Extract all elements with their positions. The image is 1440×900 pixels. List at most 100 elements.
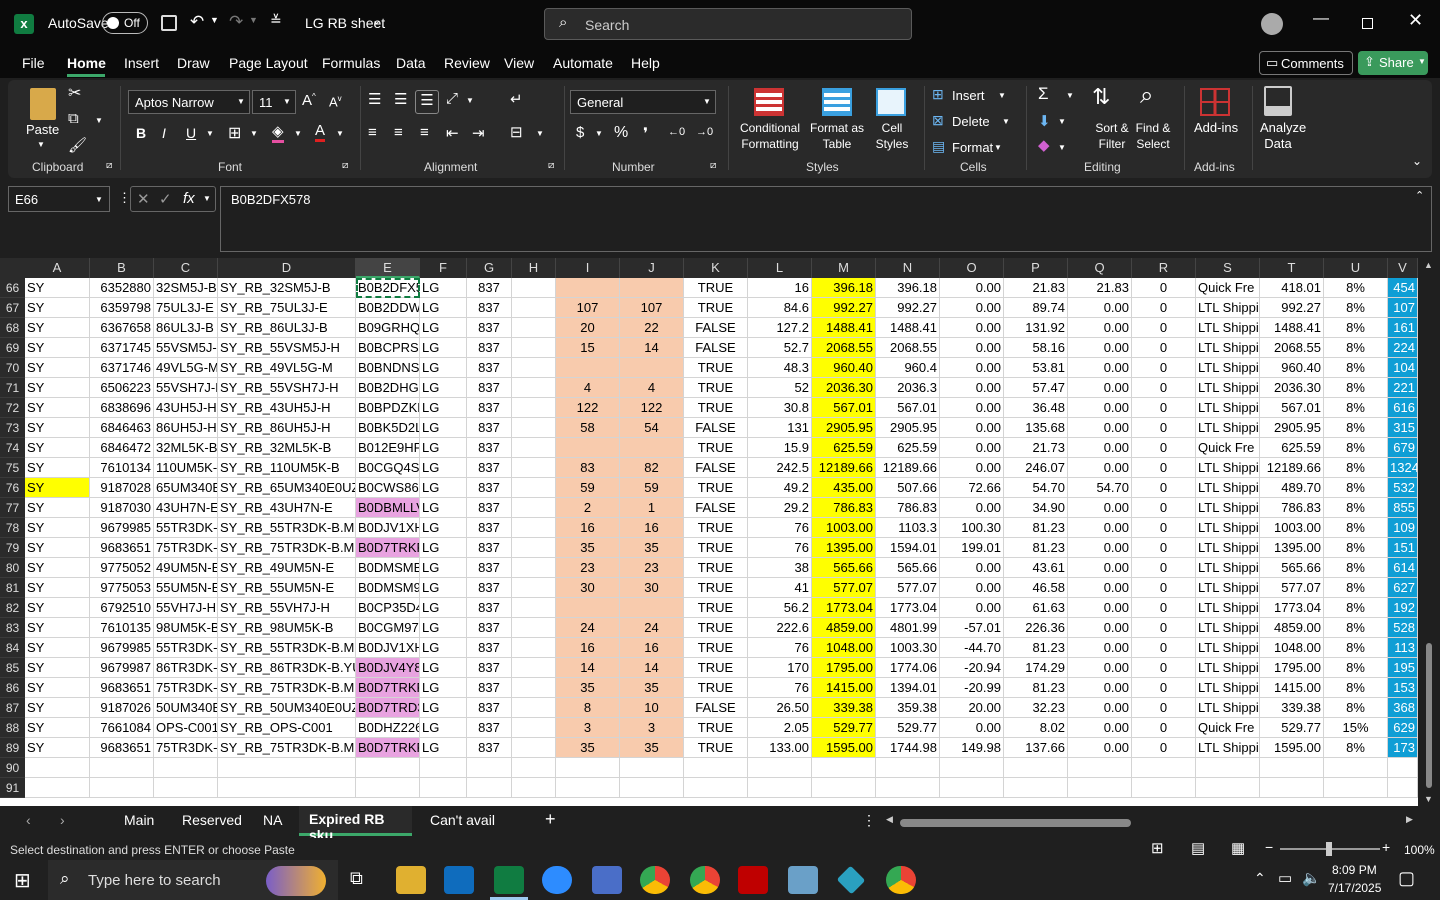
cell-o86[interactable]: -20.99 <box>940 678 1004 698</box>
cell-u77[interactable]: 8% <box>1324 498 1388 518</box>
cell-o71[interactable]: 0.00 <box>940 378 1004 398</box>
cell-p85[interactable]: 174.29 <box>1004 658 1068 678</box>
cell-p81[interactable]: 46.58 <box>1004 578 1068 598</box>
cell-l84[interactable]: 76 <box>748 638 812 658</box>
cell-o69[interactable]: 0.00 <box>940 338 1004 358</box>
cell-l85[interactable]: 170 <box>748 658 812 678</box>
cell-j69[interactable]: 14 <box>620 338 684 358</box>
cell-s74[interactable]: Quick Fre <box>1196 438 1260 458</box>
cell-t73[interactable]: 2905.95 <box>1260 418 1324 438</box>
cell-i74[interactable] <box>556 438 620 458</box>
cell-g72[interactable]: 837 <box>467 398 512 418</box>
cell-t83[interactable]: 4859.00 <box>1260 618 1324 638</box>
filezilla-icon[interactable] <box>738 866 768 894</box>
cell-v88[interactable]: 629 <box>1388 718 1418 738</box>
cell-a71[interactable]: SY <box>25 378 90 398</box>
conditional-formatting-icon[interactable] <box>754 88 784 116</box>
cell-v87[interactable]: 368 <box>1388 698 1418 718</box>
cell-s88[interactable]: Quick Fre <box>1196 718 1260 738</box>
cell-u74[interactable]: 8% <box>1324 438 1388 458</box>
cell-v74[interactable]: 679 <box>1388 438 1418 458</box>
cell-g73[interactable]: 837 <box>467 418 512 438</box>
copy-icon[interactable]: ⧉ <box>68 110 79 127</box>
menu-file[interactable]: File <box>22 55 45 71</box>
cell-o79[interactable]: 199.01 <box>940 538 1004 558</box>
cell-n80[interactable]: 565.66 <box>876 558 940 578</box>
cell-k70[interactable]: TRUE <box>684 358 748 378</box>
row-header[interactable]: 69 <box>0 338 25 358</box>
cell-i83[interactable]: 24 <box>556 618 620 638</box>
cell-f89[interactable]: LG <box>420 738 467 758</box>
increase-font-icon[interactable]: A^ <box>302 92 316 109</box>
cell-p74[interactable]: 21.73 <box>1004 438 1068 458</box>
menu-review[interactable]: Review <box>444 55 490 71</box>
cell-u76[interactable]: 8% <box>1324 478 1388 498</box>
cell-e75[interactable]: B0CGQ4ST <box>356 458 420 478</box>
cell-q73[interactable]: 0.00 <box>1068 418 1132 438</box>
row-header[interactable]: 82 <box>0 598 25 618</box>
cell-c78[interactable]: 55TR3DK-I <box>154 518 218 538</box>
merge-center-icon[interactable]: ⊟ <box>510 123 523 141</box>
cell-l71[interactable]: 52 <box>748 378 812 398</box>
menu-home[interactable]: Home <box>67 55 106 71</box>
cell-e73[interactable]: B0BK5D2L <box>356 418 420 438</box>
column-header-i[interactable]: I <box>556 258 620 278</box>
cell-j66[interactable] <box>620 278 684 298</box>
cell-c85[interactable]: 86TR3DK-I <box>154 658 218 678</box>
cell-r78[interactable]: 0 <box>1132 518 1196 538</box>
cell-f91[interactable] <box>420 778 467 798</box>
cell-n84[interactable]: 1003.30 <box>876 638 940 658</box>
cell-j86[interactable]: 35 <box>620 678 684 698</box>
undo-dropdown-icon[interactable]: ▼ <box>210 15 219 25</box>
cell-u88[interactable]: 15% <box>1324 718 1388 738</box>
fill-icon[interactable]: ⬇ <box>1038 112 1051 130</box>
cell-f82[interactable]: LG <box>420 598 467 618</box>
cell-l67[interactable]: 84.6 <box>748 298 812 318</box>
cell-l88[interactable]: 2.05 <box>748 718 812 738</box>
cell-g76[interactable]: 837 <box>467 478 512 498</box>
cell-j88[interactable]: 3 <box>620 718 684 738</box>
cell-p86[interactable]: 81.23 <box>1004 678 1068 698</box>
cell-m82[interactable]: 1773.04 <box>812 598 876 618</box>
cell-s83[interactable]: LTL Shippi <box>1196 618 1260 638</box>
cell-q71[interactable]: 0.00 <box>1068 378 1132 398</box>
cell-p80[interactable]: 43.61 <box>1004 558 1068 578</box>
cell-s80[interactable]: LTL Shippi <box>1196 558 1260 578</box>
cell-i89[interactable]: 35 <box>556 738 620 758</box>
cell-o68[interactable]: 0.00 <box>940 318 1004 338</box>
cell-d71[interactable]: SY_RB_55VSH7J-H <box>218 378 356 398</box>
cell-t74[interactable]: 625.59 <box>1260 438 1324 458</box>
cell-m75[interactable]: 12189.66 <box>812 458 876 478</box>
cell-v73[interactable]: 315 <box>1388 418 1418 438</box>
tray-chevron-icon[interactable]: ⌃ <box>1254 870 1266 887</box>
cell-l69[interactable]: 52.7 <box>748 338 812 358</box>
cell-b88[interactable]: 7661084 <box>90 718 154 738</box>
cell-t81[interactable]: 577.07 <box>1260 578 1324 598</box>
cell-i75[interactable]: 83 <box>556 458 620 478</box>
cell-k87[interactable]: FALSE <box>684 698 748 718</box>
row-header[interactable]: 79 <box>0 538 25 558</box>
cell-l87[interactable]: 26.50 <box>748 698 812 718</box>
cell-b80[interactable]: 9775052 <box>90 558 154 578</box>
cell-p66[interactable]: 21.83 <box>1004 278 1068 298</box>
cell-m79[interactable]: 1395.00 <box>812 538 876 558</box>
cell-s77[interactable]: LTL Shippi <box>1196 498 1260 518</box>
cell-s90[interactable] <box>1196 758 1260 778</box>
cell-m84[interactable]: 1048.00 <box>812 638 876 658</box>
cell-k71[interactable]: TRUE <box>684 378 748 398</box>
cell-o82[interactable]: 0.00 <box>940 598 1004 618</box>
cell-c71[interactable]: 55VSH7J-H <box>154 378 218 398</box>
cell-b73[interactable]: 6846463 <box>90 418 154 438</box>
percent-icon[interactable]: % <box>614 124 628 142</box>
cell-l79[interactable]: 76 <box>748 538 812 558</box>
cell-f71[interactable]: LG <box>420 378 467 398</box>
cell-n73[interactable]: 2905.95 <box>876 418 940 438</box>
cell-l83[interactable]: 222.6 <box>748 618 812 638</box>
cell-v83[interactable]: 528 <box>1388 618 1418 638</box>
cell-r66[interactable]: 0 <box>1132 278 1196 298</box>
format-painter-icon[interactable]: 🖌 <box>68 136 87 154</box>
row-header[interactable]: 75 <box>0 458 25 478</box>
cell-k79[interactable]: TRUE <box>684 538 748 558</box>
row-header[interactable]: 87 <box>0 698 25 718</box>
autosum-dropdown-icon[interactable]: ▼ <box>1066 91 1074 100</box>
